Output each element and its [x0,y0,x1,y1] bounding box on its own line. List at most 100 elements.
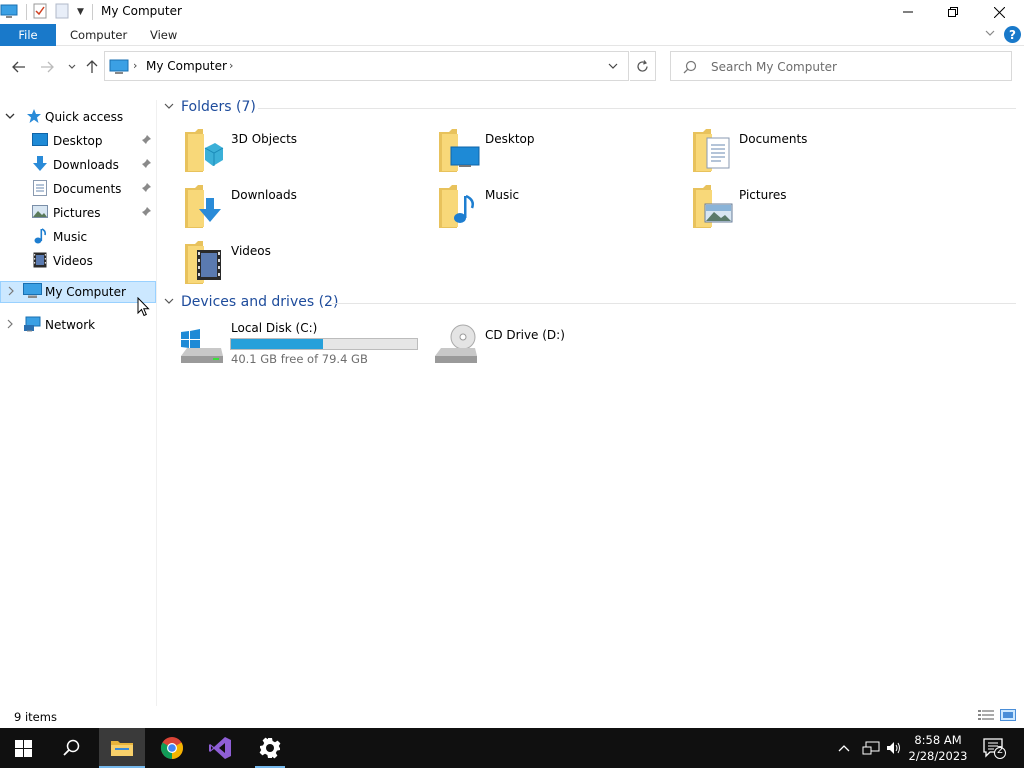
new-folder-icon[interactable] [55,3,69,22]
desktop-folder-icon [437,128,481,174]
sidebar-item-videos[interactable]: Videos [0,250,156,272]
sidebar-item-label: Music [53,230,88,244]
folder-name: Desktop [485,132,535,146]
sidebar-divider [156,100,157,706]
close-button[interactable] [976,0,1022,24]
sidebar-item-label: Desktop [53,134,103,148]
devices-section-header[interactable]: Devices and drives (2) [164,292,338,312]
sidebar-item-desktop[interactable]: Desktop [0,130,156,152]
folder-name: Downloads [231,188,297,202]
taskbar-search-button[interactable] [49,728,95,768]
folder-tile-desktop[interactable]: Desktop [437,128,687,178]
properties-icon[interactable] [33,3,47,22]
search-icon [63,739,80,756]
refresh-button[interactable] [630,51,656,81]
pin-icon[interactable] [141,158,151,172]
folder-tile-documents[interactable]: Documents [691,128,941,178]
folder-tile-downloads[interactable]: Downloads [183,184,433,234]
star-icon [26,108,42,127]
back-button[interactable] [10,58,28,76]
taskbar-clock[interactable]: 8:58 AM 2/28/2023 [906,732,970,764]
folder-name: Music [485,188,520,202]
large-icons-view-icon[interactable] [1000,709,1016,724]
folders-section-header[interactable]: Folders (7) [164,97,256,117]
restore-button[interactable] [930,0,976,24]
chevron-down-icon[interactable] [607,60,619,75]
section-divider [258,108,1016,109]
breadcrumb[interactable]: My Computer [146,59,227,73]
window-title: My Computer [101,4,182,18]
breadcrumb-chevron-icon[interactable]: › [133,59,137,72]
tab-file[interactable]: File [0,24,56,46]
drive-free-space: 40.1 GB free of 79.4 GB [231,352,368,366]
taskbar-file-explorer[interactable] [99,728,145,768]
details-view-icon[interactable] [978,709,994,724]
sidebar-item-quick-access[interactable]: Quick access [0,106,156,128]
customize-toolbar-icon[interactable]: ▼ [77,7,84,17]
up-button[interactable] [83,58,101,76]
start-icon [14,739,32,757]
show-hidden-icons-icon[interactable] [838,728,850,768]
folder-tile-music[interactable]: Music [437,184,687,234]
sidebar-item-my-computer[interactable]: My Computer [0,281,156,303]
pin-icon[interactable] [141,134,151,148]
pictures-icon [32,205,48,221]
expand-ribbon-icon[interactable] [984,27,996,42]
forward-button[interactable] [38,58,56,76]
network-tray-icon[interactable] [862,728,880,768]
search-box[interactable]: Search My Computer [670,51,1012,81]
drive-tile-local-disk[interactable]: Local Disk (C:) 40.1 GB free of 79.4 GB [179,320,429,370]
chevron-down-icon[interactable] [164,296,178,309]
section-title: Devices and drives (2) [181,294,339,310]
sidebar-item-label: Pictures [53,206,101,220]
search-input[interactable]: Search My Computer [711,60,837,74]
sidebar-item-downloads[interactable]: Downloads [0,154,156,176]
sidebar-item-music[interactable]: Music [0,226,156,248]
start-button[interactable] [0,728,46,768]
folder-tile-videos[interactable]: Videos [183,240,433,290]
sidebar-item-label: Documents [53,182,122,196]
minimize-button[interactable] [885,0,931,24]
action-center-button[interactable]: 2 [982,736,1006,763]
drive-usage-bar [230,338,418,350]
recent-locations-button[interactable] [63,58,81,76]
chrome-icon [161,737,183,759]
chevron-down-icon[interactable] [164,101,178,114]
videos-icon [33,252,47,271]
help-icon[interactable]: ? [1004,26,1021,43]
downloads-folder-icon [183,184,227,230]
chevron-down-icon[interactable] [5,111,15,124]
taskbar-chrome[interactable] [149,728,195,768]
taskbar-settings[interactable] [247,728,293,768]
taskbar-visual-studio[interactable] [197,728,243,768]
sidebar-item-pictures[interactable]: Pictures [0,202,156,224]
3d-objects-folder-icon [183,128,227,174]
clock-date: 2/28/2023 [908,749,968,763]
visual-studio-icon [209,737,231,759]
drive-tile-cd-drive[interactable]: CD Drive (D:) [433,320,683,370]
sidebar-item-network[interactable]: Network [0,314,156,336]
folder-name: Videos [231,244,271,258]
pin-icon[interactable] [141,206,151,220]
sidebar-item-label: My Computer [45,285,126,299]
tab-computer[interactable]: Computer [70,28,127,42]
chevron-right-icon[interactable] [6,286,16,299]
address-bar[interactable]: › My Computer › [104,51,629,81]
breadcrumb-chevron-icon[interactable]: › [229,59,233,72]
computer-icon [109,59,129,78]
section-divider [332,303,1016,304]
chevron-right-icon[interactable] [5,319,15,332]
taskbar: 8:58 AM 2/28/2023 2 [0,728,1024,768]
folder-tile-3d-objects[interactable]: 3D Objects [183,128,433,178]
computer-app-icon[interactable] [0,3,18,22]
tab-view[interactable]: View [150,28,177,42]
folder-tile-pictures[interactable]: Pictures [691,184,941,234]
volume-icon[interactable] [886,728,902,768]
videos-folder-icon [183,240,227,286]
drive-name: CD Drive (D:) [485,328,565,342]
title-bar: ▼ My Computer [0,0,1024,24]
search-icon [683,60,697,77]
navigation-pane: Quick access Desktop Downloads Documents… [0,100,157,706]
pin-icon[interactable] [141,182,151,196]
sidebar-item-documents[interactable]: Documents [0,178,156,200]
